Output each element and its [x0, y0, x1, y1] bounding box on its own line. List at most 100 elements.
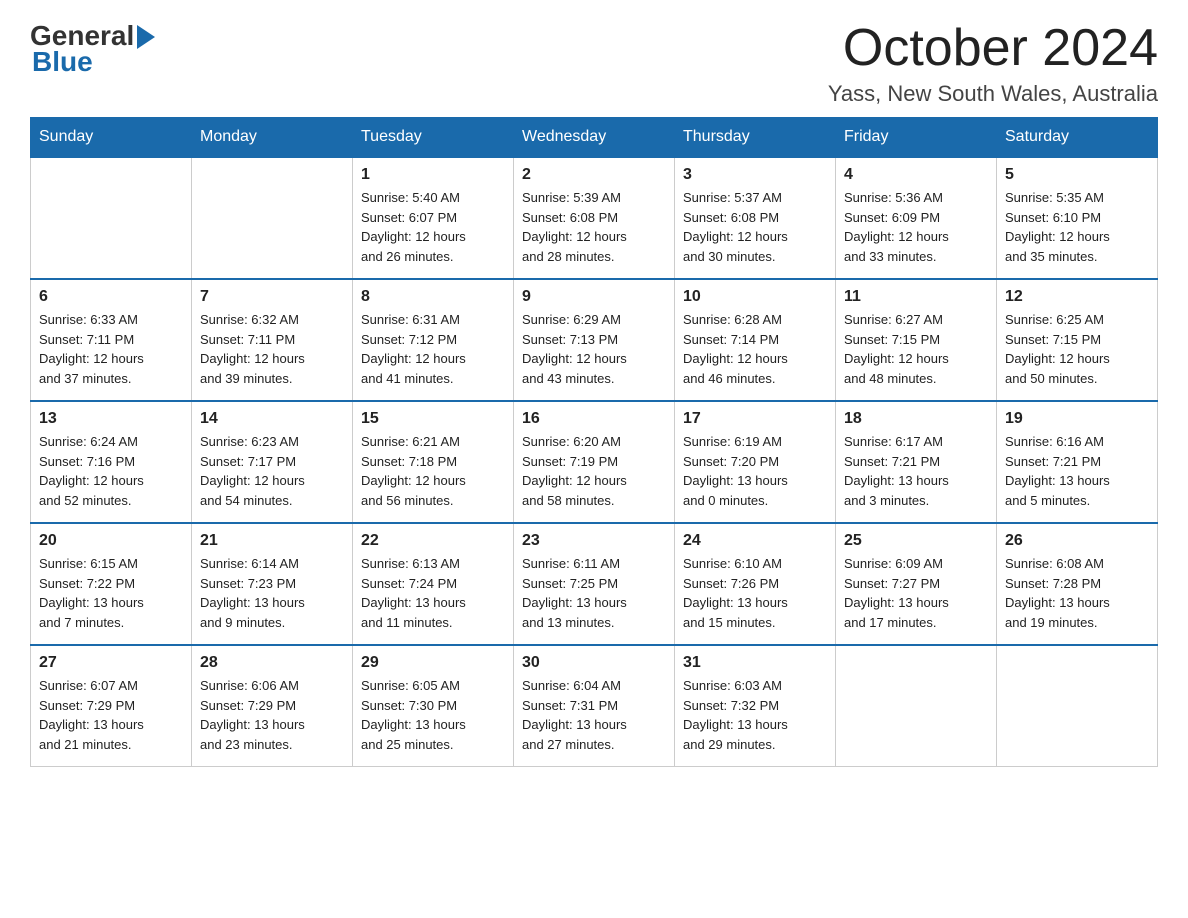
- day-info: Sunrise: 5:37 AM Sunset: 6:08 PM Dayligh…: [683, 188, 827, 266]
- calendar-cell: [836, 645, 997, 767]
- day-number: 30: [522, 654, 666, 672]
- calendar-cell: 16 Sunrise: 6:20 AM Sunset: 7:19 PM Dayli…: [514, 401, 675, 523]
- calendar-cell: [997, 645, 1158, 767]
- day-info: Sunrise: 6:16 AM Sunset: 7:21 PM Dayligh…: [1005, 432, 1149, 510]
- day-number: 6: [39, 288, 183, 306]
- column-header-sunday: Sunday: [31, 118, 192, 158]
- logo: General Blue: [30, 20, 155, 78]
- calendar-cell: 7 Sunrise: 6:32 AM Sunset: 7:11 PM Daylig…: [192, 279, 353, 401]
- day-number: 12: [1005, 288, 1149, 306]
- day-info: Sunrise: 5:40 AM Sunset: 6:07 PM Dayligh…: [361, 188, 505, 266]
- day-number: 15: [361, 410, 505, 428]
- column-header-friday: Friday: [836, 118, 997, 158]
- day-number: 28: [200, 654, 344, 672]
- calendar-cell: 6Sunrise: 6:33 AM Sunset: 7:11 PM Daylig…: [31, 279, 192, 401]
- calendar-cell: [31, 157, 192, 279]
- calendar-cell: 10 Sunrise: 6:28 AM Sunset: 7:14 PM Dayli…: [675, 279, 836, 401]
- day-info: Sunrise: 5:39 AM Sunset: 6:08 PM Dayligh…: [522, 188, 666, 266]
- calendar-cell: 27 Sunrise: 6:07 AM Sunset: 7:29 PM Dayli…: [31, 645, 192, 767]
- day-number: 13: [39, 410, 183, 428]
- calendar-header-row: SundayMondayTuesdayWednesdayThursdayFrid…: [31, 118, 1158, 158]
- calendar-week-row: 13Sunrise: 6:24 AM Sunset: 7:16 PM Dayli…: [31, 401, 1158, 523]
- day-info: Sunrise: 6:08 AM Sunset: 7:28 PM Dayligh…: [1005, 554, 1149, 632]
- calendar-cell: 17 Sunrise: 6:19 AM Sunset: 7:20 PM Dayli…: [675, 401, 836, 523]
- calendar-cell: 3 Sunrise: 5:37 AM Sunset: 6:08 PM Daylig…: [675, 157, 836, 279]
- calendar-cell: 11Sunrise: 6:27 AM Sunset: 7:15 PM Dayli…: [836, 279, 997, 401]
- day-number: 7: [200, 288, 344, 306]
- day-info: Sunrise: 6:07 AM Sunset: 7:29 PM Dayligh…: [39, 676, 183, 754]
- day-number: 16: [522, 410, 666, 428]
- day-info: Sunrise: 6:04 AM Sunset: 7:31 PM Dayligh…: [522, 676, 666, 754]
- logo-blue: Blue: [32, 46, 93, 78]
- day-info: Sunrise: 5:36 AM Sunset: 6:09 PM Dayligh…: [844, 188, 988, 266]
- calendar-week-row: 6Sunrise: 6:33 AM Sunset: 7:11 PM Daylig…: [31, 279, 1158, 401]
- day-number: 3: [683, 166, 827, 184]
- day-info: Sunrise: 6:27 AM Sunset: 7:15 PM Dayligh…: [844, 310, 988, 388]
- day-number: 2: [522, 166, 666, 184]
- calendar-cell: 31 Sunrise: 6:03 AM Sunset: 7:32 PM Dayli…: [675, 645, 836, 767]
- calendar-cell: 28 Sunrise: 6:06 AM Sunset: 7:29 PM Dayli…: [192, 645, 353, 767]
- day-number: 17: [683, 410, 827, 428]
- day-info: Sunrise: 6:23 AM Sunset: 7:17 PM Dayligh…: [200, 432, 344, 510]
- calendar-cell: 12 Sunrise: 6:25 AM Sunset: 7:15 PM Dayli…: [997, 279, 1158, 401]
- calendar-cell: 8 Sunrise: 6:31 AM Sunset: 7:12 PM Daylig…: [353, 279, 514, 401]
- day-info: Sunrise: 6:32 AM Sunset: 7:11 PM Dayligh…: [200, 310, 344, 388]
- location-subtitle: Yass, New South Wales, Australia: [828, 81, 1158, 107]
- calendar-cell: 24 Sunrise: 6:10 AM Sunset: 7:26 PM Dayli…: [675, 523, 836, 645]
- calendar-cell: 21 Sunrise: 6:14 AM Sunset: 7:23 PM Dayli…: [192, 523, 353, 645]
- calendar-cell: 22 Sunrise: 6:13 AM Sunset: 7:24 PM Dayli…: [353, 523, 514, 645]
- day-number: 26: [1005, 532, 1149, 550]
- calendar-week-row: 20 Sunrise: 6:15 AM Sunset: 7:22 PM Dayli…: [31, 523, 1158, 645]
- day-number: 27: [39, 654, 183, 672]
- day-info: Sunrise: 6:15 AM Sunset: 7:22 PM Dayligh…: [39, 554, 183, 632]
- calendar-cell: 9 Sunrise: 6:29 AM Sunset: 7:13 PM Daylig…: [514, 279, 675, 401]
- day-number: 29: [361, 654, 505, 672]
- day-info: Sunrise: 6:14 AM Sunset: 7:23 PM Dayligh…: [200, 554, 344, 632]
- calendar-cell: 15Sunrise: 6:21 AM Sunset: 7:18 PM Dayli…: [353, 401, 514, 523]
- calendar-table: SundayMondayTuesdayWednesdayThursdayFrid…: [30, 117, 1158, 767]
- title-section: October 2024 Yass, New South Wales, Aust…: [828, 20, 1158, 107]
- day-info: Sunrise: 6:25 AM Sunset: 7:15 PM Dayligh…: [1005, 310, 1149, 388]
- day-number: 20: [39, 532, 183, 550]
- day-info: Sunrise: 6:10 AM Sunset: 7:26 PM Dayligh…: [683, 554, 827, 632]
- calendar-cell: 4 Sunrise: 5:36 AM Sunset: 6:09 PM Daylig…: [836, 157, 997, 279]
- page-header: General Blue October 2024 Yass, New Sout…: [30, 20, 1158, 107]
- calendar-cell: 26 Sunrise: 6:08 AM Sunset: 7:28 PM Dayli…: [997, 523, 1158, 645]
- day-number: 22: [361, 532, 505, 550]
- calendar-cell: 19 Sunrise: 6:16 AM Sunset: 7:21 PM Dayli…: [997, 401, 1158, 523]
- calendar-cell: [192, 157, 353, 279]
- day-number: 31: [683, 654, 827, 672]
- column-header-wednesday: Wednesday: [514, 118, 675, 158]
- day-number: 9: [522, 288, 666, 306]
- day-info: Sunrise: 6:05 AM Sunset: 7:30 PM Dayligh…: [361, 676, 505, 754]
- calendar-cell: 29 Sunrise: 6:05 AM Sunset: 7:30 PM Dayli…: [353, 645, 514, 767]
- calendar-cell: 14Sunrise: 6:23 AM Sunset: 7:17 PM Dayli…: [192, 401, 353, 523]
- day-info: Sunrise: 6:06 AM Sunset: 7:29 PM Dayligh…: [200, 676, 344, 754]
- day-info: Sunrise: 6:19 AM Sunset: 7:20 PM Dayligh…: [683, 432, 827, 510]
- calendar-cell: 1 Sunrise: 5:40 AM Sunset: 6:07 PM Daylig…: [353, 157, 514, 279]
- day-info: Sunrise: 6:13 AM Sunset: 7:24 PM Dayligh…: [361, 554, 505, 632]
- day-info: Sunrise: 6:09 AM Sunset: 7:27 PM Dayligh…: [844, 554, 988, 632]
- day-number: 10: [683, 288, 827, 306]
- day-info: Sunrise: 6:28 AM Sunset: 7:14 PM Dayligh…: [683, 310, 827, 388]
- calendar-cell: 25Sunrise: 6:09 AM Sunset: 7:27 PM Dayli…: [836, 523, 997, 645]
- day-number: 19: [1005, 410, 1149, 428]
- day-info: Sunrise: 6:29 AM Sunset: 7:13 PM Dayligh…: [522, 310, 666, 388]
- column-header-monday: Monday: [192, 118, 353, 158]
- day-number: 24: [683, 532, 827, 550]
- column-header-tuesday: Tuesday: [353, 118, 514, 158]
- day-number: 4: [844, 166, 988, 184]
- day-number: 21: [200, 532, 344, 550]
- day-info: Sunrise: 5:35 AM Sunset: 6:10 PM Dayligh…: [1005, 188, 1149, 266]
- column-header-saturday: Saturday: [997, 118, 1158, 158]
- day-number: 18: [844, 410, 988, 428]
- day-number: 8: [361, 288, 505, 306]
- calendar-cell: 20 Sunrise: 6:15 AM Sunset: 7:22 PM Dayli…: [31, 523, 192, 645]
- calendar-cell: 13Sunrise: 6:24 AM Sunset: 7:16 PM Dayli…: [31, 401, 192, 523]
- day-info: Sunrise: 6:20 AM Sunset: 7:19 PM Dayligh…: [522, 432, 666, 510]
- day-info: Sunrise: 6:31 AM Sunset: 7:12 PM Dayligh…: [361, 310, 505, 388]
- day-info: Sunrise: 6:03 AM Sunset: 7:32 PM Dayligh…: [683, 676, 827, 754]
- logo-triangle-icon: [137, 25, 155, 49]
- day-number: 1: [361, 166, 505, 184]
- column-header-thursday: Thursday: [675, 118, 836, 158]
